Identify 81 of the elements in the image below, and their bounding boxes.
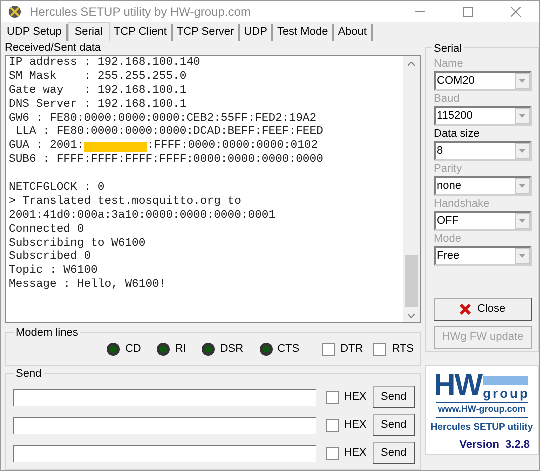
dropdown-value: COM20 (437, 74, 475, 89)
dropdown-arrow-button[interactable] (515, 143, 530, 159)
checkbox[interactable] (326, 390, 340, 404)
dropdown-arrow-button[interactable] (515, 213, 530, 229)
checkbox-label: RTS (392, 342, 414, 357)
terminal-line: IP address : 192.168.100.140 (9, 57, 202, 70)
maximize-icon[interactable] (463, 6, 473, 16)
led-label: DSR (220, 342, 244, 357)
terminal-line: Connected 0 (9, 224, 86, 238)
field-label: Parity (434, 162, 464, 176)
caret-icon (519, 184, 526, 188)
scroll-up-icon[interactable] (408, 62, 415, 66)
send-button[interactable]: Send (372, 386, 415, 408)
checkbox-label: HEX (344, 390, 367, 405)
dropdown-value: 115200 (437, 108, 473, 124)
scroll-down-icon[interactable] (408, 314, 415, 318)
dropdown-value: Free (437, 248, 460, 264)
terminal-line: 2001:41d0:000a:3a10:0000:0000:0000:0001 (9, 210, 277, 224)
dropdown-value: none (437, 178, 462, 194)
dropdown-arrow-button[interactable] (515, 248, 530, 264)
terminal-line: Gate way : 192.168.100.1 (9, 84, 188, 99)
dropdown-arrow-button[interactable] (515, 108, 530, 124)
caret-icon (519, 79, 526, 83)
field-label: Data size (434, 127, 481, 141)
checkbox[interactable] (322, 342, 335, 356)
terminal-line: NETCFGLOCK : 0 (9, 182, 106, 196)
terminal-line: > Translated test.mosquitto.org to (9, 196, 242, 210)
tab[interactable]: Serial (68, 22, 110, 41)
terminal-line: GW6 : FE80:0000:0000:0000:CEB2:55FF:FED2:19A2 (9, 112, 318, 126)
send-input-field[interactable] (13, 416, 316, 434)
send-input-field[interactable] (13, 388, 316, 406)
field-label: Name (434, 57, 464, 71)
terminal-line: Topic : W6100 (9, 265, 99, 278)
terminal-line: Subscribed 0 (9, 251, 92, 264)
dropdown-arrow-button[interactable] (515, 73, 530, 89)
dropdown-field[interactable]: 8 (434, 141, 532, 161)
checkbox[interactable] (373, 342, 386, 356)
logo-url: www.HW-group.com (436, 402, 528, 418)
window-title: Hercules SETUP utility by HW-group.com (30, 4, 251, 20)
caret-icon (519, 149, 526, 153)
scrollbar[interactable] (403, 56, 420, 322)
field-label: Handshake (434, 197, 491, 211)
field-label: Mode (434, 232, 463, 246)
led-label: CD (125, 342, 142, 357)
led-label: RI (175, 342, 186, 357)
app-icon (7, 4, 23, 20)
dropdown-arrow-button[interactable] (515, 178, 530, 194)
terminal-line: DNS Server : 192.168.100.1 (9, 98, 188, 113)
checkbox-label: DTR (340, 342, 364, 357)
field-label: Baud (434, 92, 461, 106)
section-label: Received/Sent data (5, 42, 102, 54)
checkbox[interactable] (326, 418, 340, 432)
redaction-bar (84, 142, 148, 152)
checkbox-label: HEX (344, 446, 367, 461)
logo-bar (483, 376, 528, 385)
send-button[interactable]: Send (372, 414, 415, 436)
close-button[interactable]: Close (434, 298, 532, 321)
caret-icon (519, 114, 526, 118)
caret-icon (519, 219, 526, 223)
terminal-line: SUB6 : FFFF:FFFF:FFFF:FFFF:0000:0000:0000:0000 (9, 154, 324, 168)
logo-mark: HW (434, 372, 482, 400)
terminal-line: :FFFF:0000:0000:0000:0102 (147, 140, 318, 154)
logo-word: group (483, 387, 530, 400)
version-text: Version 3.2.8 (460, 438, 530, 453)
checkbox-label: HEX (344, 418, 367, 433)
terminal-line: LLA : FE80:0000:0000:0000:DCAD:BEFF:FEEF:FEED (14, 126, 324, 140)
terminal-line: SM Mask : 255.255.255.0 (9, 70, 188, 85)
dropdown-value: OFF (437, 214, 459, 229)
cross-icon (460, 304, 472, 315)
send-input-field[interactable] (13, 444, 316, 462)
caret-icon (519, 254, 526, 258)
product-name: Hercules SETUP utility (430, 420, 534, 434)
send-button[interactable]: Send (372, 442, 415, 464)
terminal-line: Message : Hello, W6100! (9, 279, 168, 294)
scrollbar-thumb[interactable] (405, 255, 418, 307)
terminal-line: GUA : 2001: (9, 140, 84, 154)
led-label: CTS (278, 342, 300, 357)
dropdown-value: 8 (437, 144, 444, 159)
terminal-line: Subscribing to W6100 (9, 238, 147, 250)
checkbox[interactable] (326, 446, 340, 460)
close-icon[interactable] (511, 6, 521, 16)
